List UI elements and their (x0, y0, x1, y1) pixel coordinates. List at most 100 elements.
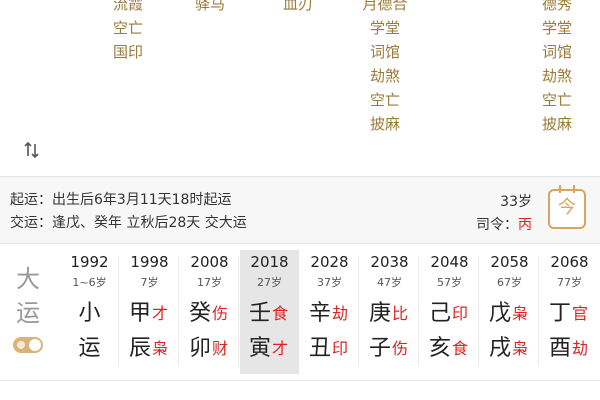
column-divider (418, 256, 419, 366)
dayun-year: 2058 (490, 253, 529, 271)
dayun-gan: 壬 (249, 301, 272, 326)
dayun-column[interactable]: 2068 77岁 丁 官 酉 劫 (540, 250, 599, 374)
calendar-icon: 今 (558, 197, 576, 218)
shensha-item: 学堂 (541, 19, 572, 37)
dayun-year: 1998 (130, 253, 169, 271)
shensha-item: 学堂 (369, 19, 400, 37)
dayun-gan: 戊 (489, 301, 512, 326)
dayun-zhi-shishen: 枭 (152, 339, 169, 358)
dayun-gan-shishen: 才 (152, 304, 169, 323)
shensha-item: 血刃 (282, 0, 313, 13)
shensha-item: 德秀 (541, 0, 572, 13)
dayun-year: 2028 (310, 253, 349, 271)
shensha-column-1: 流霞 空亡 国印 (98, 0, 158, 64)
dayun-age: 77岁 (557, 276, 582, 289)
dayun-year: 1992 (70, 253, 109, 271)
dayun-zhi: 子 (369, 336, 392, 361)
dayun-gan: 辛 (309, 301, 332, 326)
dayun-gan-shishen: 枭 (512, 304, 529, 323)
dayun-label-char: 运 (16, 299, 40, 327)
shensha-column-4: 月德合 学堂 词馆 劫煞 空亡 披麻 (355, 0, 415, 136)
shensha-column-2: 驿马 (180, 0, 240, 16)
sort-arrows-icon[interactable] (21, 140, 43, 162)
dayun-age: 27岁 (257, 276, 282, 289)
shensha-item: 空亡 (541, 91, 572, 109)
dayun-gan: 癸 (189, 301, 212, 326)
siling: 司令：丙 (476, 214, 532, 234)
column-divider (238, 256, 239, 366)
dayun-column[interactable]: 1992 1~6岁 小 运 (60, 250, 119, 374)
dayun-toggle[interactable] (13, 337, 43, 353)
dayun-age: 1~6岁 (72, 276, 107, 289)
column-divider (478, 256, 479, 366)
shensha-column-3: 血刃 (268, 0, 328, 16)
dayun-zhi: 丑 (309, 336, 332, 361)
dayun-year: 2008 (190, 253, 229, 271)
column-divider (538, 256, 539, 366)
dayun-zhi: 亥 (429, 336, 452, 361)
dayun-column-selected[interactable]: 2018 27岁 壬 食 寅 才 (240, 250, 299, 374)
dayun-zhi-shishen: 伤 (392, 339, 409, 358)
dayun-zhi-shishen: 财 (212, 339, 229, 358)
dayun-gan: 甲 (129, 301, 152, 326)
shensha-item: 空亡 (369, 91, 400, 109)
dayun-gan-shishen: 伤 (212, 304, 229, 323)
dayun-gan: 小 (78, 301, 101, 326)
dayun-gan: 庚 (369, 301, 392, 326)
shensha-item: 劫煞 (369, 67, 400, 85)
dayun-year: 2018 (250, 253, 289, 271)
shensha-item: 空亡 (112, 19, 143, 37)
dayun-zhi-shishen: 印 (332, 339, 349, 358)
shensha-item: 国印 (112, 43, 143, 61)
qiyun-text: 起运：出生后6年3月11天18时起运 (10, 192, 232, 208)
dayun-zhi-shishen: 劫 (572, 339, 589, 358)
dayun-age: 47岁 (377, 276, 402, 289)
dayun-gan: 己 (429, 301, 452, 326)
shensha-item: 披麻 (541, 115, 572, 133)
column-divider (178, 256, 179, 366)
dayun-zhi-shishen: 食 (452, 339, 469, 358)
dayun-zhi-shishen: 才 (272, 339, 289, 358)
jiaoyun-text: 交运：逢戊、癸年 立秋后28天 交大运 (10, 215, 247, 231)
siling-label: 司令： (476, 217, 518, 233)
dayun-label-char: 大 (16, 265, 40, 293)
dayun-column[interactable]: 2048 57岁 己 印 亥 食 (420, 250, 479, 374)
shensha-item: 月德合 (362, 0, 408, 13)
dayun-column[interactable]: 2058 67岁 戊 枭 戌 枭 (480, 250, 539, 374)
dayun-age: 57岁 (437, 276, 462, 289)
column-divider (118, 256, 119, 366)
column-divider (358, 256, 359, 366)
dayun-gan-shishen: 比 (392, 304, 409, 323)
dayun-gan-shishen: 官 (572, 304, 589, 323)
dayun-age: 17岁 (197, 276, 222, 289)
dayun-column[interactable]: 2008 17岁 癸 伤 卯 财 (180, 250, 239, 374)
up-down-arrows-icon (24, 141, 39, 159)
dayun-year: 2048 (430, 253, 469, 271)
dayun-column[interactable]: 2028 37岁 辛 劫 丑 印 (300, 250, 359, 374)
dayun-zhi: 酉 (549, 336, 572, 361)
toggle-dot (17, 341, 25, 349)
dayun-age: 37岁 (317, 276, 342, 289)
calendar-today-button[interactable]: 今 (548, 185, 586, 229)
dayun-zhi: 卯 (189, 336, 212, 361)
dayun-year: 2068 (550, 253, 589, 271)
dayun-column[interactable]: 2038 47岁 庚 比 子 伤 (360, 250, 419, 374)
dayun-zhi: 运 (78, 336, 101, 361)
dayun-zhi: 寅 (249, 336, 272, 361)
dayun-age: 67岁 (497, 276, 522, 289)
current-age: 33岁 (500, 194, 532, 210)
dayun-column[interactable]: 1998 7岁 甲 才 辰 枭 (120, 250, 179, 374)
shensha-column-5: 德秀 学堂 词馆 劫煞 空亡 披麻 (527, 0, 587, 136)
dayun-gan-shishen: 食 (272, 304, 289, 323)
shensha-item: 披麻 (369, 115, 400, 133)
dayun-zhi: 戌 (489, 336, 512, 361)
shensha-item: 劫煞 (541, 67, 572, 85)
dayun-gan: 丁 (549, 301, 572, 326)
siling-value: 丙 (518, 217, 532, 233)
shensha-item: 驿马 (194, 0, 225, 13)
shensha-item: 词馆 (369, 43, 400, 61)
toggle-knob (29, 339, 41, 351)
dayun-gan-shishen: 劫 (332, 304, 349, 323)
shensha-item: 词馆 (541, 43, 572, 61)
shensha-item: 流霞 (112, 0, 143, 13)
